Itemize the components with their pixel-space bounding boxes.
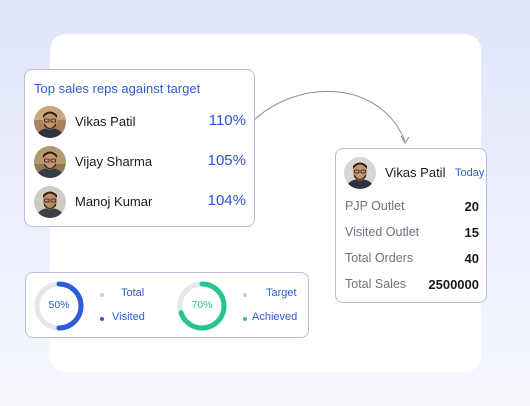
avatar (34, 146, 66, 178)
rep-detail-name: Vikas Patil (385, 165, 446, 180)
detail-row: Total Orders 40 (345, 251, 479, 267)
detail-value: 20 (464, 199, 479, 214)
detail-label: Total Orders (345, 251, 414, 265)
top-reps-card: Top sales reps against target Vikas Pati… (24, 69, 255, 227)
avatar (344, 157, 376, 189)
detail-value: 2500000 (428, 277, 479, 292)
legend-achieved: Achieved (252, 311, 298, 323)
rep-row[interactable]: Vijay Sharma 105% (34, 146, 248, 178)
visited-gauge: 50% (33, 280, 85, 332)
detail-value: 40 (464, 251, 479, 266)
achieved-gauge: 70% (176, 280, 228, 332)
gauge-percent-label: 50% (48, 299, 70, 311)
rep-name: Manoj Kumar (75, 194, 153, 209)
rep-percent: 105% (207, 152, 246, 169)
rep-detail-card: Vikas Patil Today PJP Outlet 20 Visited … (335, 148, 487, 303)
rep-percent: 104% (207, 192, 246, 209)
gauge-percent-label: 70% (191, 299, 213, 311)
rep-percent: 110% (208, 112, 246, 129)
detail-row: PJP Outlet 20 (345, 199, 479, 215)
stats-card: 50% Total Visited 70% Target Achieved (25, 272, 309, 338)
legend-visited: Visited (112, 311, 145, 323)
detail-value: 15 (464, 225, 479, 240)
detail-label: Total Sales (345, 277, 407, 291)
detail-label: PJP Outlet (345, 199, 405, 213)
legend-dot (243, 293, 247, 297)
legend-total: Total (121, 287, 145, 299)
rep-name: Vijay Sharma (75, 154, 153, 169)
rep-name: Vikas Patil (75, 114, 136, 129)
rep-detail-period[interactable]: Today (455, 167, 484, 179)
rep-row[interactable]: Manoj Kumar 104% (34, 186, 248, 218)
avatar (34, 186, 66, 218)
legend-dot (100, 293, 104, 297)
detail-row: Visited Outlet 15 (345, 225, 479, 241)
rep-row[interactable]: Vikas Patil 110% (34, 106, 248, 138)
rep-detail-header: Vikas Patil Today (344, 157, 484, 189)
legend-dot (100, 317, 104, 321)
top-reps-title: Top sales reps against target (34, 81, 201, 96)
legend-dot (243, 317, 247, 321)
detail-label: Visited Outlet (345, 225, 420, 239)
detail-row: Total Sales 2500000 (345, 277, 479, 293)
legend-target: Target (266, 287, 297, 299)
avatar (34, 106, 66, 138)
